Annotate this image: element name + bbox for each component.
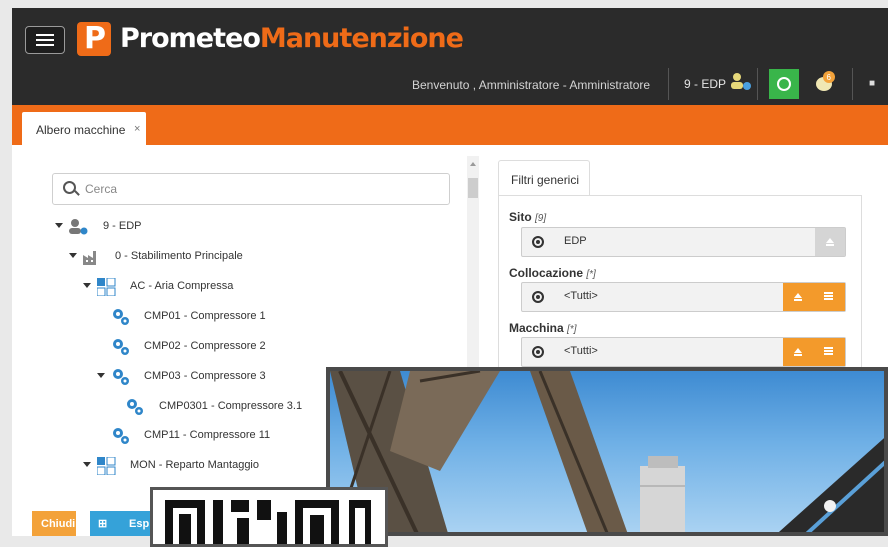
macchina-actions bbox=[783, 338, 845, 366]
brand-part1: Prometeo bbox=[120, 23, 261, 54]
tab-label: Albero macchine bbox=[36, 123, 126, 137]
grid-icon bbox=[97, 457, 116, 475]
sito-hint: [9] bbox=[535, 213, 547, 224]
close-icon[interactable]: × bbox=[134, 123, 140, 135]
gears-icon bbox=[113, 428, 129, 444]
eject-button-disabled bbox=[815, 228, 845, 256]
window-edge bbox=[0, 0, 12, 536]
clear-icon[interactable] bbox=[532, 346, 544, 358]
scroll-up-icon[interactable] bbox=[470, 162, 476, 166]
expand-icon: ⊞ bbox=[98, 518, 108, 530]
sito-value: EDP bbox=[564, 235, 587, 247]
site-icon bbox=[69, 219, 88, 235]
site-label[interactable]: 9 - EDP bbox=[684, 77, 726, 91]
tree-label: AC - Aria Compressa bbox=[130, 280, 234, 292]
tree-label: 0 - Stabilimento Principale bbox=[115, 250, 243, 262]
eject-icon[interactable] bbox=[794, 348, 802, 356]
collocazione-hint: [*] bbox=[586, 269, 596, 280]
collocazione-value: <Tutti> bbox=[564, 290, 598, 302]
search-icon bbox=[63, 181, 76, 194]
tab-albero-macchine[interactable]: Albero macchine × bbox=[22, 112, 146, 145]
expand-arrow-icon[interactable] bbox=[69, 253, 77, 258]
divider bbox=[668, 68, 669, 100]
qr-code bbox=[150, 487, 388, 547]
macchina-field[interactable]: <Tutti> bbox=[521, 337, 846, 367]
gears-icon bbox=[113, 309, 129, 325]
photo-scene bbox=[330, 371, 884, 532]
gears-icon bbox=[113, 339, 129, 355]
collocazione-actions bbox=[783, 283, 845, 311]
refresh-icon[interactable] bbox=[769, 69, 799, 99]
tree-label: CMP11 - Compressore 11 bbox=[144, 429, 271, 441]
eject-icon[interactable] bbox=[794, 293, 802, 301]
collocazione-label: Collocazione [*] bbox=[509, 266, 596, 280]
clear-icon[interactable] bbox=[532, 236, 544, 248]
expand-arrow-icon[interactable] bbox=[97, 373, 105, 378]
macchina-label: Macchina [*] bbox=[509, 321, 576, 335]
factory-icon bbox=[83, 251, 96, 265]
notifications-icon[interactable]: 6 bbox=[815, 70, 837, 94]
filter-tab-label: Filtri generici bbox=[511, 173, 580, 187]
tree-label: CMP0301 - Compressore 3.1 bbox=[159, 400, 303, 412]
collocazione-label-text: Collocazione bbox=[509, 266, 584, 280]
expand-button-label: Esp bbox=[129, 518, 150, 530]
sito-field[interactable]: EDP bbox=[521, 227, 846, 257]
macchina-hint: [*] bbox=[567, 324, 577, 335]
industrial-plant-photo bbox=[326, 367, 888, 536]
welcome-text: Benvenuto , Amministratore - Amministrat… bbox=[412, 78, 651, 92]
brand-title: PrometeoManutenzione bbox=[120, 23, 464, 54]
close-button[interactable]: Chiudi bbox=[32, 511, 76, 536]
menu-icon[interactable] bbox=[25, 26, 65, 54]
macchina-value: <Tutti> bbox=[564, 345, 598, 357]
divider bbox=[757, 68, 758, 100]
search-placeholder: Cerca bbox=[85, 182, 118, 196]
tree-label: 9 - EDP bbox=[103, 220, 142, 232]
close-button-label: Chiudi bbox=[41, 518, 76, 530]
tree-label: CMP02 - Compressore 2 bbox=[144, 340, 266, 352]
tree-label: CMP01 - Compressore 1 bbox=[144, 310, 266, 322]
lock-icon[interactable]: ■ bbox=[869, 78, 875, 89]
brand-part2: Manutenzione bbox=[259, 23, 464, 54]
expand-arrow-icon[interactable] bbox=[83, 462, 91, 467]
expand-arrow-icon[interactable] bbox=[55, 223, 63, 228]
search-input[interactable]: Cerca bbox=[52, 173, 450, 205]
clear-icon[interactable] bbox=[532, 291, 544, 303]
gears-icon bbox=[127, 399, 143, 415]
tab-filtri-generici[interactable]: Filtri generici bbox=[498, 160, 590, 197]
macchina-label-text: Macchina bbox=[509, 321, 564, 335]
scroll-thumb[interactable] bbox=[468, 178, 478, 198]
collocazione-field[interactable]: <Tutti> bbox=[521, 282, 846, 312]
list-icon[interactable] bbox=[824, 347, 833, 356]
sito-label-text: Sito bbox=[509, 210, 532, 224]
notification-count: 6 bbox=[827, 73, 832, 82]
gears-icon bbox=[113, 369, 129, 385]
tree-label: CMP03 - Compressore 3 bbox=[144, 370, 266, 382]
divider bbox=[852, 68, 853, 100]
list-icon[interactable] bbox=[824, 292, 833, 301]
logo-icon bbox=[77, 22, 111, 56]
sito-label: Sito [9] bbox=[509, 210, 546, 224]
expand-arrow-icon[interactable] bbox=[83, 283, 91, 288]
tree-label: MON - Reparto Mantaggio bbox=[130, 459, 259, 471]
eject-icon bbox=[826, 238, 834, 246]
top-bar: PrometeoManutenzione Benvenuto , Amminis… bbox=[12, 8, 888, 105]
tab-strip: Albero macchine × bbox=[12, 105, 888, 145]
site-users-icon[interactable] bbox=[730, 72, 752, 92]
grid-icon bbox=[97, 278, 116, 296]
